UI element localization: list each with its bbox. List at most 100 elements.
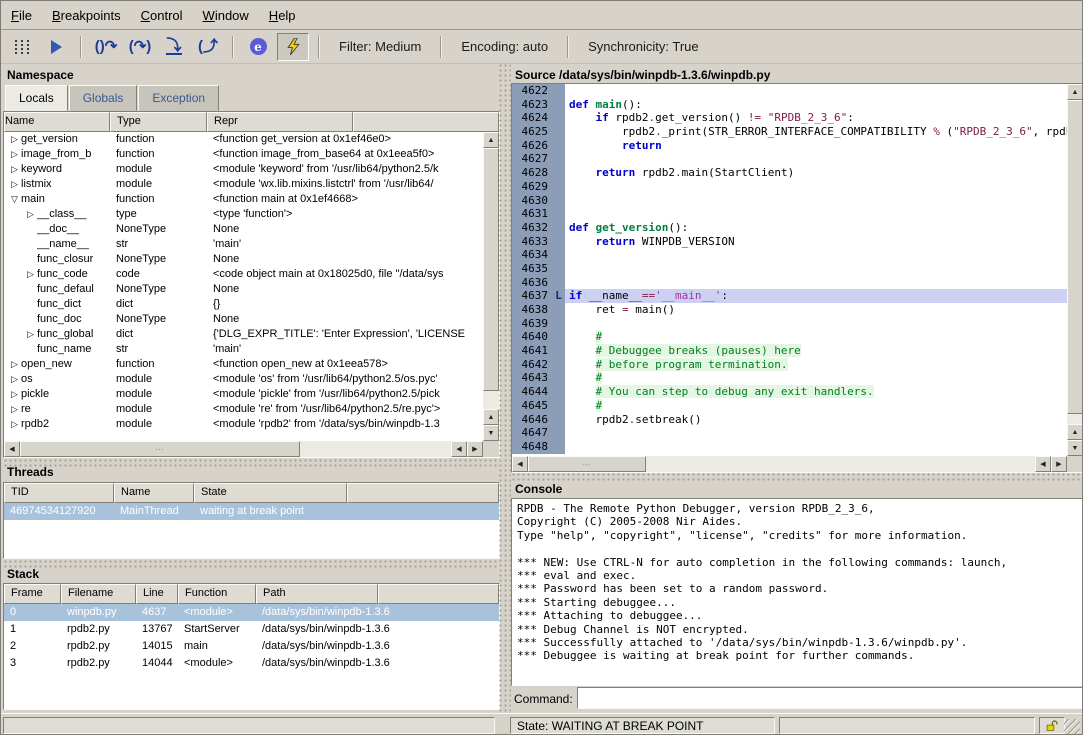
line-number[interactable]: 4633 (512, 235, 552, 249)
namespace-row[interactable]: ▷rpdb2module<module 'rpdb2' from '/data/… (4, 417, 483, 432)
namespace-row[interactable]: func_namestr'main' (4, 342, 483, 357)
line-number[interactable]: 4644 (512, 385, 552, 399)
tab-locals[interactable]: Locals (5, 85, 68, 111)
line-number[interactable]: 4642 (512, 358, 552, 372)
line-number[interactable]: 4632 (512, 221, 552, 235)
expand-expander-icon[interactable]: ▷ (8, 177, 21, 192)
stack-frame-row[interactable]: 3rpdb2.py14044<module>/data/sys/bin/winp… (4, 655, 499, 672)
column-header-path[interactable]: Path (256, 584, 378, 604)
scroll-thumb[interactable] (483, 148, 499, 391)
expand-expander-icon[interactable]: ▷ (8, 162, 21, 177)
namespace-row[interactable]: func_defaulNoneTypeNone (4, 282, 483, 297)
line-number[interactable]: 4625 (512, 125, 552, 139)
line-number[interactable]: 4623 (512, 98, 552, 112)
expand-expander-icon[interactable]: ▷ (24, 327, 37, 342)
namespace-row[interactable]: ▷picklemodule<module 'pickle' from '/usr… (4, 387, 483, 402)
line-number[interactable]: 4631 (512, 207, 552, 221)
menu-item-file[interactable]: File (1, 4, 42, 27)
column-header-name[interactable]: Name (4, 112, 110, 132)
namespace-row[interactable]: ▷image_from_bfunction<function image_fro… (4, 147, 483, 162)
line-number[interactable]: 4628 (512, 166, 552, 180)
line-number[interactable]: 4647 (512, 426, 552, 440)
scroll-thumb[interactable]: ⋯ (20, 441, 300, 457)
namespace-row[interactable]: func_docNoneTypeNone (4, 312, 483, 327)
line-number[interactable]: 4624 (512, 111, 552, 125)
scroll-right-arrow[interactable]: ▶ (467, 441, 483, 457)
expand-expander-icon[interactable]: ▷ (8, 357, 21, 372)
expand-expander-icon[interactable]: ▷ (8, 417, 21, 432)
line-number[interactable]: 4629 (512, 180, 552, 194)
go-button[interactable] (41, 34, 71, 60)
column-header-repr[interactable]: Repr (207, 112, 353, 132)
threads-stack-splitter[interactable] (3, 559, 498, 568)
namespace-row[interactable]: ▷get_versionfunction<function get_versio… (4, 132, 483, 147)
namespace-row[interactable]: __doc__NoneTypeNone (4, 222, 483, 237)
line-number[interactable]: 4639 (512, 317, 552, 331)
main-splitter[interactable] (498, 63, 511, 713)
column-header-name[interactable]: Name (114, 483, 194, 503)
line-number[interactable]: 4645 (512, 399, 552, 413)
scroll-thumb[interactable]: ⋯ (528, 456, 646, 472)
namespace-row[interactable]: ▷open_newfunction<function open_new at 0… (4, 357, 483, 372)
column-header-type[interactable]: Type (110, 112, 207, 132)
line-number[interactable]: 4646 (512, 413, 552, 427)
scroll-down-arrow[interactable]: ▼ (1067, 440, 1083, 456)
line-number[interactable]: 4630 (512, 194, 552, 208)
tab-exception[interactable]: Exception (138, 85, 219, 111)
line-number[interactable]: 4627 (512, 152, 552, 166)
expand-expander-icon[interactable]: ▷ (24, 207, 37, 222)
menu-item-help[interactable]: Help (259, 4, 306, 27)
menu-item-breakpoints[interactable]: Breakpoints (42, 4, 131, 27)
column-header-filename[interactable]: Filename (61, 584, 136, 604)
line-number[interactable]: 4626 (512, 139, 552, 153)
step-over-button[interactable]: ()↷ (91, 34, 121, 60)
goto-button[interactable]: (⤴ (193, 34, 223, 60)
column-header-function[interactable]: Function (178, 584, 256, 604)
step-out-button[interactable]: ⤵ (159, 34, 189, 60)
scroll-left-arrow[interactable]: ◀ (1035, 456, 1051, 472)
namespace-row[interactable]: __name__str'main' (4, 237, 483, 252)
synchronicity-button[interactable] (277, 33, 309, 61)
line-number[interactable]: 4637 (512, 289, 552, 303)
expand-expander-icon[interactable]: ▷ (8, 147, 21, 162)
scroll-left-arrow[interactable]: ◀ (451, 441, 467, 457)
scroll-down-arrow[interactable]: ▼ (483, 425, 499, 441)
namespace-row[interactable]: func_dictdict{} (4, 297, 483, 312)
scroll-thumb[interactable] (1067, 100, 1083, 414)
break-button[interactable] (7, 34, 37, 60)
scroll-up-arrow[interactable]: ▲ (483, 409, 499, 425)
source-console-splitter[interactable] (511, 472, 1082, 481)
line-number[interactable]: 4648 (512, 440, 552, 454)
line-number[interactable]: 4638 (512, 303, 552, 317)
command-input[interactable] (577, 687, 1083, 709)
tab-globals[interactable]: Globals (69, 85, 138, 111)
line-number[interactable]: 4641 (512, 344, 552, 358)
namespace-row[interactable]: func_closurNoneTypeNone (4, 252, 483, 267)
collapse-expander-icon[interactable]: ▽ (8, 192, 21, 207)
thread-row[interactable]: 46974534127920MainThreadwaiting at break… (4, 503, 499, 520)
column-header-frame[interactable]: Frame (4, 584, 61, 604)
namespace-row[interactable]: ▷keywordmodule<module 'keyword' from '/u… (4, 162, 483, 177)
namespace-row[interactable]: ▷func_globaldict{'DLG_EXPR_TITLE': 'Ente… (4, 327, 483, 342)
column-header-state[interactable]: State (194, 483, 347, 503)
menu-item-control[interactable]: Control (131, 4, 193, 27)
stack-frame-row[interactable]: 0winpdb.py4637<module>/data/sys/bin/winp… (4, 604, 499, 621)
expand-expander-icon[interactable]: ▷ (24, 267, 37, 282)
resize-grip[interactable] (1064, 719, 1080, 735)
namespace-row[interactable]: ▷osmodule<module 'os' from '/usr/lib64/p… (4, 372, 483, 387)
namespace-row[interactable]: ▽mainfunction<function main at 0x1ef4668… (4, 192, 483, 207)
scroll-left-arrow[interactable]: ◀ (4, 441, 20, 457)
column-header-line[interactable]: Line (136, 584, 178, 604)
step-into-button[interactable]: (↷) (125, 34, 155, 60)
line-number[interactable]: 4643 (512, 371, 552, 385)
line-number[interactable]: 4640 (512, 330, 552, 344)
namespace-row[interactable]: ▷__class__type<type 'function'> (4, 207, 483, 222)
encoding-button[interactable]: e (243, 34, 273, 60)
line-number[interactable]: 4636 (512, 276, 552, 290)
namespace-threads-splitter[interactable] (3, 458, 498, 467)
menu-item-window[interactable]: Window (193, 4, 259, 27)
scroll-right-arrow[interactable]: ▶ (1051, 456, 1067, 472)
column-header-tid[interactable]: TID (4, 483, 114, 503)
line-number[interactable]: 4634 (512, 248, 552, 262)
line-number[interactable]: 4635 (512, 262, 552, 276)
